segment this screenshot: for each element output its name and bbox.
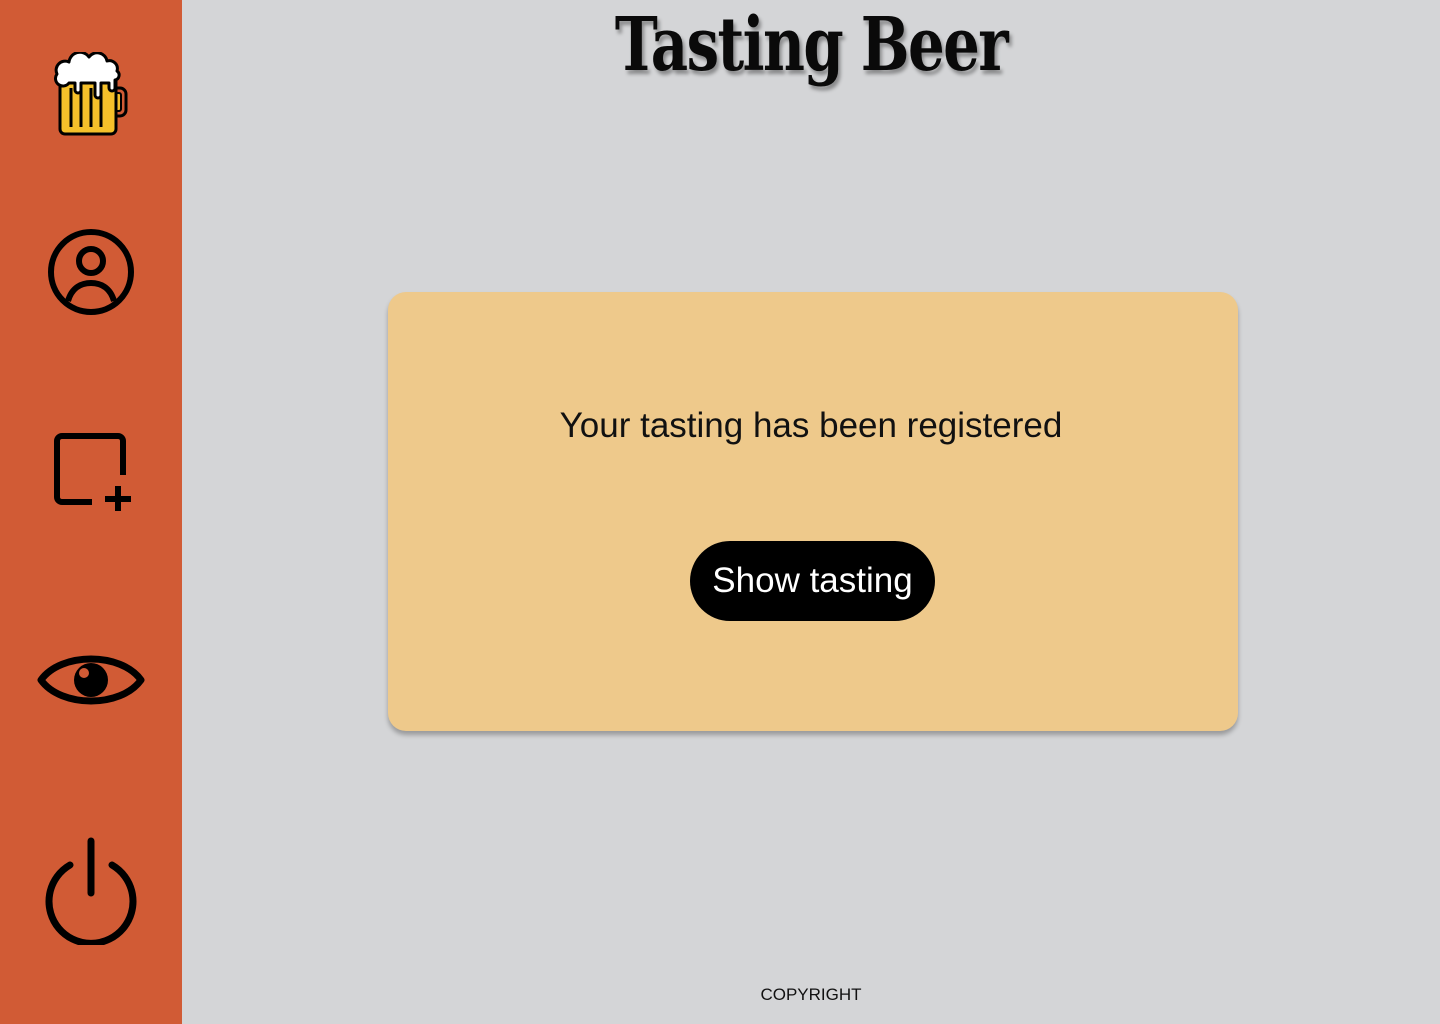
confirmation-card [388,292,1238,731]
page-title: Tasting Beer [614,2,1009,88]
beer-mug-icon [54,52,128,138]
show-tasting-button[interactable]: Show tasting [690,541,935,621]
add-square-icon [46,431,136,515]
main-content: Tasting Beer Your tasting has been regis… [182,0,1440,1024]
sidebar [0,0,182,1024]
sidebar-item-view-tastings[interactable] [0,640,182,720]
confirmation-message: Your tasting has been registered [559,406,1063,445]
power-icon [43,835,139,945]
footer-copyright: COPYRIGHT [760,985,862,1004]
sidebar-item-logout[interactable] [0,834,182,946]
sidebar-item-new-tasting[interactable] [0,428,182,518]
eye-icon [37,646,145,714]
sidebar-item-home[interactable] [0,50,182,140]
user-profile-icon [46,227,136,317]
sidebar-item-profile[interactable] [0,226,182,318]
